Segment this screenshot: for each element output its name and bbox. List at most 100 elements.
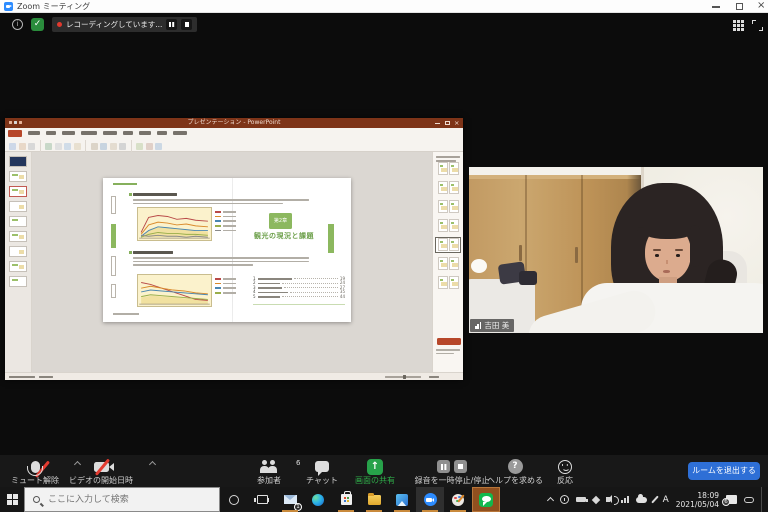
network-icon[interactable] <box>621 496 628 503</box>
stop-recording-icon[interactable] <box>454 460 467 473</box>
design-thumbnail[interactable] <box>436 257 460 271</box>
clock-date: 2021/05/04 <box>676 500 719 509</box>
design-thumbnail[interactable] <box>436 276 460 290</box>
ribbon-tab[interactable] <box>139 131 151 135</box>
powerpoint-titlebar: プレゼンテーション - PowerPoint × <box>5 118 463 128</box>
zoom-app[interactable] <box>416 487 444 512</box>
design-thumbnail[interactable] <box>436 181 460 195</box>
ribbon-tab-file[interactable] <box>8 130 22 137</box>
slide-thumbnail[interactable] <box>9 276 27 287</box>
task-view-button[interactable] <box>248 487 276 512</box>
start-button[interactable] <box>0 487 24 512</box>
taskbar-clock[interactable]: 18:09 2021/05/04 <box>676 491 719 509</box>
toc-divider <box>253 304 345 305</box>
mail-icon <box>284 495 297 504</box>
line-app[interactable] <box>472 487 500 512</box>
ppt-maximize-button[interactable] <box>445 121 450 126</box>
store-app[interactable] <box>332 487 360 512</box>
zoom-toolbar: ミュート解除 ビデオの開始日時 6 参加者 チャット 画面の共有 録音を一時停止… <box>0 455 768 487</box>
clock-tray-icon[interactable] <box>560 495 569 504</box>
action-center-icon[interactable]: 6 <box>726 495 737 504</box>
pause-stop-recording-button[interactable]: 録音を一時停止/停止 <box>408 458 496 486</box>
slide-thumbnail[interactable] <box>9 216 27 227</box>
pause-recording-icon[interactable] <box>437 460 450 473</box>
recording-stop-button[interactable] <box>181 19 192 30</box>
battery-icon[interactable] <box>576 497 586 503</box>
chapter-tab <box>111 284 116 298</box>
design-thumbnail[interactable] <box>436 219 460 233</box>
leave-room-button[interactable]: ルームを退出する <box>688 462 760 480</box>
photos-app[interactable] <box>388 487 416 512</box>
reactions-button[interactable]: 反応 <box>548 458 582 486</box>
slide-canvas: 第2章 観光の現況と課題 119 224 327 435 544 <box>32 152 432 372</box>
pane-caption-text <box>436 353 454 355</box>
share-screen-button[interactable]: 画面の共有 <box>346 458 404 486</box>
edge-app[interactable] <box>304 487 332 512</box>
hidden-icons-chevron[interactable] <box>547 497 554 504</box>
unmute-button[interactable]: ミュート解除 <box>6 458 64 486</box>
ppt-close-button[interactable]: × <box>454 121 459 126</box>
zoom-slider-knob[interactable] <box>403 375 406 379</box>
cortana-button[interactable] <box>220 487 248 512</box>
body-text-line <box>133 199 309 201</box>
camera-muted-icon <box>94 462 109 472</box>
ribbon-tab[interactable] <box>62 131 75 135</box>
paint-palette-icon <box>452 494 464 506</box>
design-thumbnail[interactable] <box>436 162 460 176</box>
participants-button[interactable]: 6 参加者 <box>244 458 294 486</box>
participant-video-tile[interactable]: 吉田 美 <box>469 167 763 333</box>
close-button[interactable]: × <box>757 0 765 13</box>
chat-button[interactable]: チャット <box>300 458 344 486</box>
ribbon-tab[interactable] <box>157 131 167 135</box>
design-thumbnail[interactable] <box>436 200 460 214</box>
cortana-icon <box>229 495 239 505</box>
mail-app[interactable]: 1 <box>276 487 304 512</box>
chat-icon <box>315 461 329 472</box>
ribbon-tab[interactable] <box>103 131 117 135</box>
pane-action-button[interactable] <box>437 338 461 345</box>
zoom-meeting-window: Zoom ミーティング × i ✓ レコーディングしています... プレゼンテー… <box>0 0 768 512</box>
start-video-button[interactable]: ビデオの開始日時 <box>64 458 138 486</box>
meeting-info-icon[interactable]: i <box>12 19 23 30</box>
pen-icon[interactable] <box>651 495 659 503</box>
paint3d-app[interactable] <box>444 487 472 512</box>
ribbon-tab[interactable] <box>173 131 187 135</box>
slide-thumbnail[interactable] <box>9 201 27 212</box>
design-thumbnail-selected[interactable] <box>436 238 460 252</box>
ribbon-tab[interactable] <box>81 131 97 135</box>
video-options-caret[interactable] <box>148 461 155 468</box>
slide-thumbnail[interactable] <box>9 231 27 242</box>
fullscreen-icon[interactable] <box>752 20 763 31</box>
zoom-camera-icon <box>424 493 437 506</box>
ribbon-tab[interactable] <box>28 131 40 135</box>
file-explorer-app[interactable] <box>360 487 388 512</box>
ime-indicator[interactable]: A <box>663 495 669 505</box>
chapter-title: 観光の現況と課題 <box>239 231 329 241</box>
show-desktop-button[interactable] <box>761 487 764 512</box>
ribbon-tab[interactable] <box>46 131 56 135</box>
encryption-shield-icon[interactable]: ✓ <box>31 18 44 31</box>
ppt-minimize-button[interactable] <box>435 123 440 124</box>
volume-icon[interactable] <box>606 497 610 502</box>
slide-thumbnail-panel[interactable] <box>5 152 32 372</box>
zoom-percent <box>429 376 439 379</box>
search-input[interactable] <box>46 494 196 506</box>
slide-thumbnail-selected[interactable] <box>9 186 27 197</box>
maximize-button[interactable] <box>736 3 743 10</box>
minimize-button[interactable] <box>712 6 720 8</box>
dropbox-icon[interactable] <box>592 495 600 503</box>
cloud-outline-icon[interactable] <box>744 497 754 503</box>
section-bullet <box>129 251 132 254</box>
recording-pause-button[interactable] <box>166 19 177 30</box>
slide-thumbnail[interactable] <box>9 261 27 272</box>
page-footer <box>113 313 139 315</box>
ribbon-tab[interactable] <box>123 131 133 135</box>
gallery-view-icon[interactable] <box>733 20 744 31</box>
slide-thumbnail[interactable] <box>9 171 27 182</box>
ask-for-help-button[interactable]: ヘルプを求める <box>486 458 544 486</box>
body-text-line <box>133 203 283 205</box>
slide-thumbnail[interactable] <box>9 156 27 167</box>
slide-thumbnail[interactable] <box>9 246 27 257</box>
taskbar-search[interactable] <box>24 487 220 512</box>
onedrive-cloud-icon[interactable] <box>636 497 647 503</box>
